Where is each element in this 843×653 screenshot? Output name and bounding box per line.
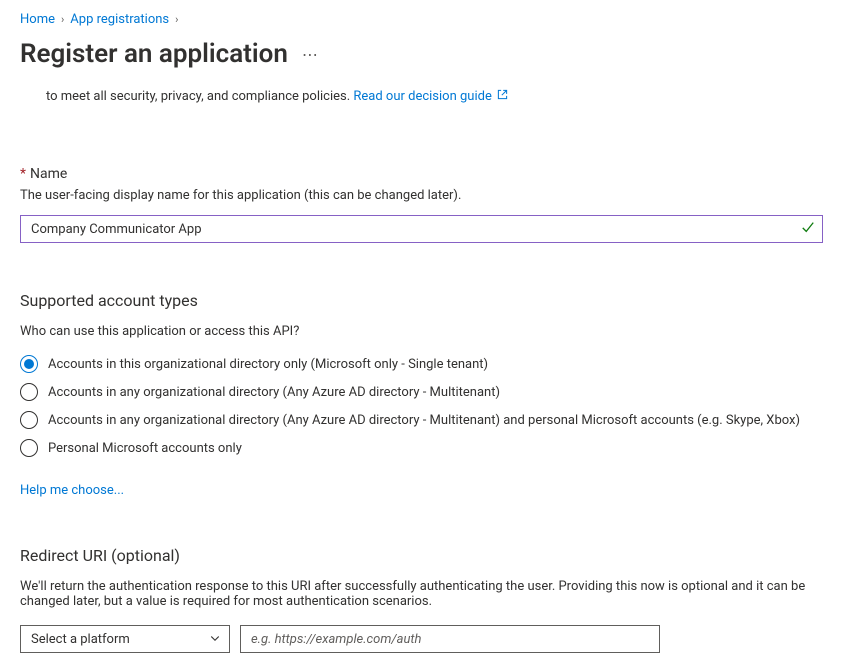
radio-icon [20,439,38,457]
external-link-icon [497,89,508,103]
platform-select-text: Select a platform [31,632,130,647]
intro-line: to meet all security, privacy, and compl… [46,89,353,104]
breadcrumb-app-registrations[interactable]: App registrations [70,12,169,27]
chevron-right-icon: › [61,13,64,26]
page-title: Register an application [20,39,288,69]
redirect-uri-input[interactable] [240,625,660,653]
name-label: *Name [20,166,823,182]
radio-label: Personal Microsoft accounts only [48,441,242,456]
radio-icon [20,355,38,373]
radio-label: Accounts in this organizational director… [48,357,488,372]
account-types-heading: Supported account types [20,291,823,310]
name-label-text: Name [30,166,67,182]
radio-label: Accounts in any organizational directory… [48,385,500,400]
radio-icon [20,383,38,401]
redirect-uri-heading: Redirect URI (optional) [20,546,823,565]
radio-multitenant-personal[interactable]: Accounts in any organizational directory… [20,411,823,429]
radio-multitenant[interactable]: Accounts in any organizational directory… [20,383,823,401]
decision-guide-link[interactable]: Read our decision guide [353,89,491,104]
breadcrumb-home[interactable]: Home [20,12,55,27]
check-icon [801,220,815,238]
chevron-down-icon [209,632,221,647]
help-me-choose-link[interactable]: Help me choose... [20,483,124,498]
radio-icon [20,411,38,429]
name-input[interactable] [20,215,823,243]
radio-personal-only[interactable]: Personal Microsoft accounts only [20,439,823,457]
account-types-question: Who can use this application or access t… [20,324,823,339]
radio-single-tenant[interactable]: Accounts in this organizational director… [20,355,823,373]
name-help: The user-facing display name for this ap… [20,188,823,203]
redirect-uri-desc: We'll return the authentication response… [20,579,823,609]
more-icon[interactable]: ⋯ [302,45,320,64]
account-types-radio-group: Accounts in this organizational director… [20,355,823,457]
required-indicator: * [20,166,26,182]
breadcrumb: Home › App registrations › [0,0,843,33]
intro-text: to meet all security, privacy, and compl… [46,89,823,104]
chevron-right-icon: › [175,13,178,26]
platform-select[interactable]: Select a platform [20,625,230,653]
radio-label: Accounts in any organizational directory… [48,413,800,428]
